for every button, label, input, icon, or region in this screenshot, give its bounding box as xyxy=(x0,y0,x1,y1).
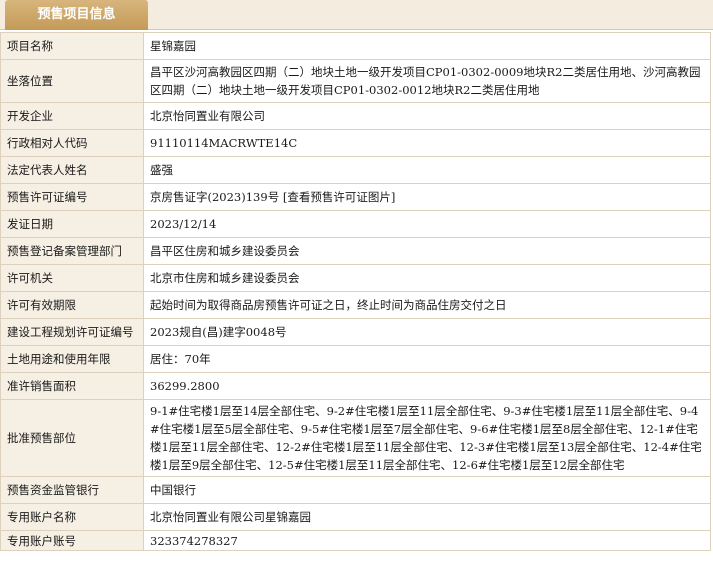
row-value: 中国银行 xyxy=(143,476,711,504)
table-row-account-number: 专用账户账号 323374278327 xyxy=(0,530,711,551)
row-value: 323374278327 xyxy=(143,530,711,551)
row-value: 9-1#住宅楼1层至14层全部住宅、9-2#住宅楼1层至11层全部住宅、9-3#… xyxy=(143,399,711,477)
row-label: 建设工程规划许可证编号 xyxy=(0,318,144,346)
row-value: 91110114MACRWTE14C xyxy=(143,129,711,157)
table-row-sale-area: 准许销售面积 36299.2800 xyxy=(0,372,711,400)
row-label: 专用账户名称 xyxy=(0,503,144,531)
table-row-account-name: 专用账户名称 北京怡同置业有限公司星锦嘉园 xyxy=(0,503,711,531)
row-value: 2023规自(昌)建字0048号 xyxy=(143,318,711,346)
section-title-tab: 预售项目信息 xyxy=(5,0,148,30)
row-value: 京房售证字(2023)139号 [查看预售许可证图片] xyxy=(143,183,711,211)
presale-project-info-page: 预售项目信息 项目名称 星锦嘉园 坐落位置 昌平区沙河高教园区四期（二）地块土地… xyxy=(0,0,713,579)
table-row-project-name: 项目名称 星锦嘉园 xyxy=(0,32,711,60)
row-label: 许可有效期限 xyxy=(0,291,144,319)
row-label: 发证日期 xyxy=(0,210,144,238)
section-header-bar: 预售项目信息 xyxy=(0,0,713,30)
row-label: 项目名称 xyxy=(0,32,144,60)
row-label: 预售登记备案管理部门 xyxy=(0,237,144,265)
table-row-permit-number: 预售许可证编号 京房售证字(2023)139号 [查看预售许可证图片] xyxy=(0,183,711,211)
row-label: 预售许可证编号 xyxy=(0,183,144,211)
table-row-planning-permit: 建设工程规划许可证编号 2023规自(昌)建字0048号 xyxy=(0,318,711,346)
row-label: 行政相对人代码 xyxy=(0,129,144,157)
row-value: 北京怡同置业有限公司星锦嘉园 xyxy=(143,503,711,531)
row-label: 坐落位置 xyxy=(0,59,144,103)
table-row-credit-code: 行政相对人代码 91110114MACRWTE14C xyxy=(0,129,711,157)
row-value: 起始时间为取得商品房预售许可证之日，终止时间为商品住房交付之日 xyxy=(143,291,711,319)
project-info-table: 项目名称 星锦嘉园 坐落位置 昌平区沙河高教园区四期（二）地块土地一级开发项目C… xyxy=(0,32,711,551)
table-row-legal-representative: 法定代表人姓名 盛强 xyxy=(0,156,711,184)
row-value: 星锦嘉园 xyxy=(143,32,711,60)
table-row-licensing-authority: 许可机关 北京市住房和城乡建设委员会 xyxy=(0,264,711,292)
row-value: 盛强 xyxy=(143,156,711,184)
row-label: 专用账户账号 xyxy=(0,530,144,551)
row-value: 昌平区沙河高教园区四期（二）地块土地一级开发项目CP01-0302-0009地块… xyxy=(143,59,711,103)
table-row-issue-date: 发证日期 2023/12/14 xyxy=(0,210,711,238)
row-label: 批准预售部位 xyxy=(0,399,144,477)
table-row-land-use: 土地用途和使用年限 居住：70年 xyxy=(0,345,711,373)
row-label: 准许销售面积 xyxy=(0,372,144,400)
table-row-approved-units: 批准预售部位 9-1#住宅楼1层至14层全部住宅、9-2#住宅楼1层至11层全部… xyxy=(0,399,711,477)
row-label: 许可机关 xyxy=(0,264,144,292)
table-row-validity-period: 许可有效期限 起始时间为取得商品房预售许可证之日，终止时间为商品住房交付之日 xyxy=(0,291,711,319)
permit-number-text: 京房售证字(2023)139号 xyxy=(150,190,280,204)
table-row-supervising-bank: 预售资金监管银行 中国银行 xyxy=(0,476,711,504)
row-value: 36299.2800 xyxy=(143,372,711,400)
row-label: 开发企业 xyxy=(0,102,144,130)
table-row-developer: 开发企业 北京怡同置业有限公司 xyxy=(0,102,711,130)
view-permit-image-link[interactable]: [查看预售许可证图片] xyxy=(283,190,395,204)
table-row-registration-department: 预售登记备案管理部门 昌平区住房和城乡建设委员会 xyxy=(0,237,711,265)
row-label: 法定代表人姓名 xyxy=(0,156,144,184)
row-value: 北京市住房和城乡建设委员会 xyxy=(143,264,711,292)
row-label: 土地用途和使用年限 xyxy=(0,345,144,373)
row-value: 北京怡同置业有限公司 xyxy=(143,102,711,130)
row-value: 昌平区住房和城乡建设委员会 xyxy=(143,237,711,265)
row-label: 预售资金监管银行 xyxy=(0,476,144,504)
row-value: 居住：70年 xyxy=(143,345,711,373)
table-row-location: 坐落位置 昌平区沙河高教园区四期（二）地块土地一级开发项目CP01-0302-0… xyxy=(0,59,711,103)
row-value: 2023/12/14 xyxy=(143,210,711,238)
